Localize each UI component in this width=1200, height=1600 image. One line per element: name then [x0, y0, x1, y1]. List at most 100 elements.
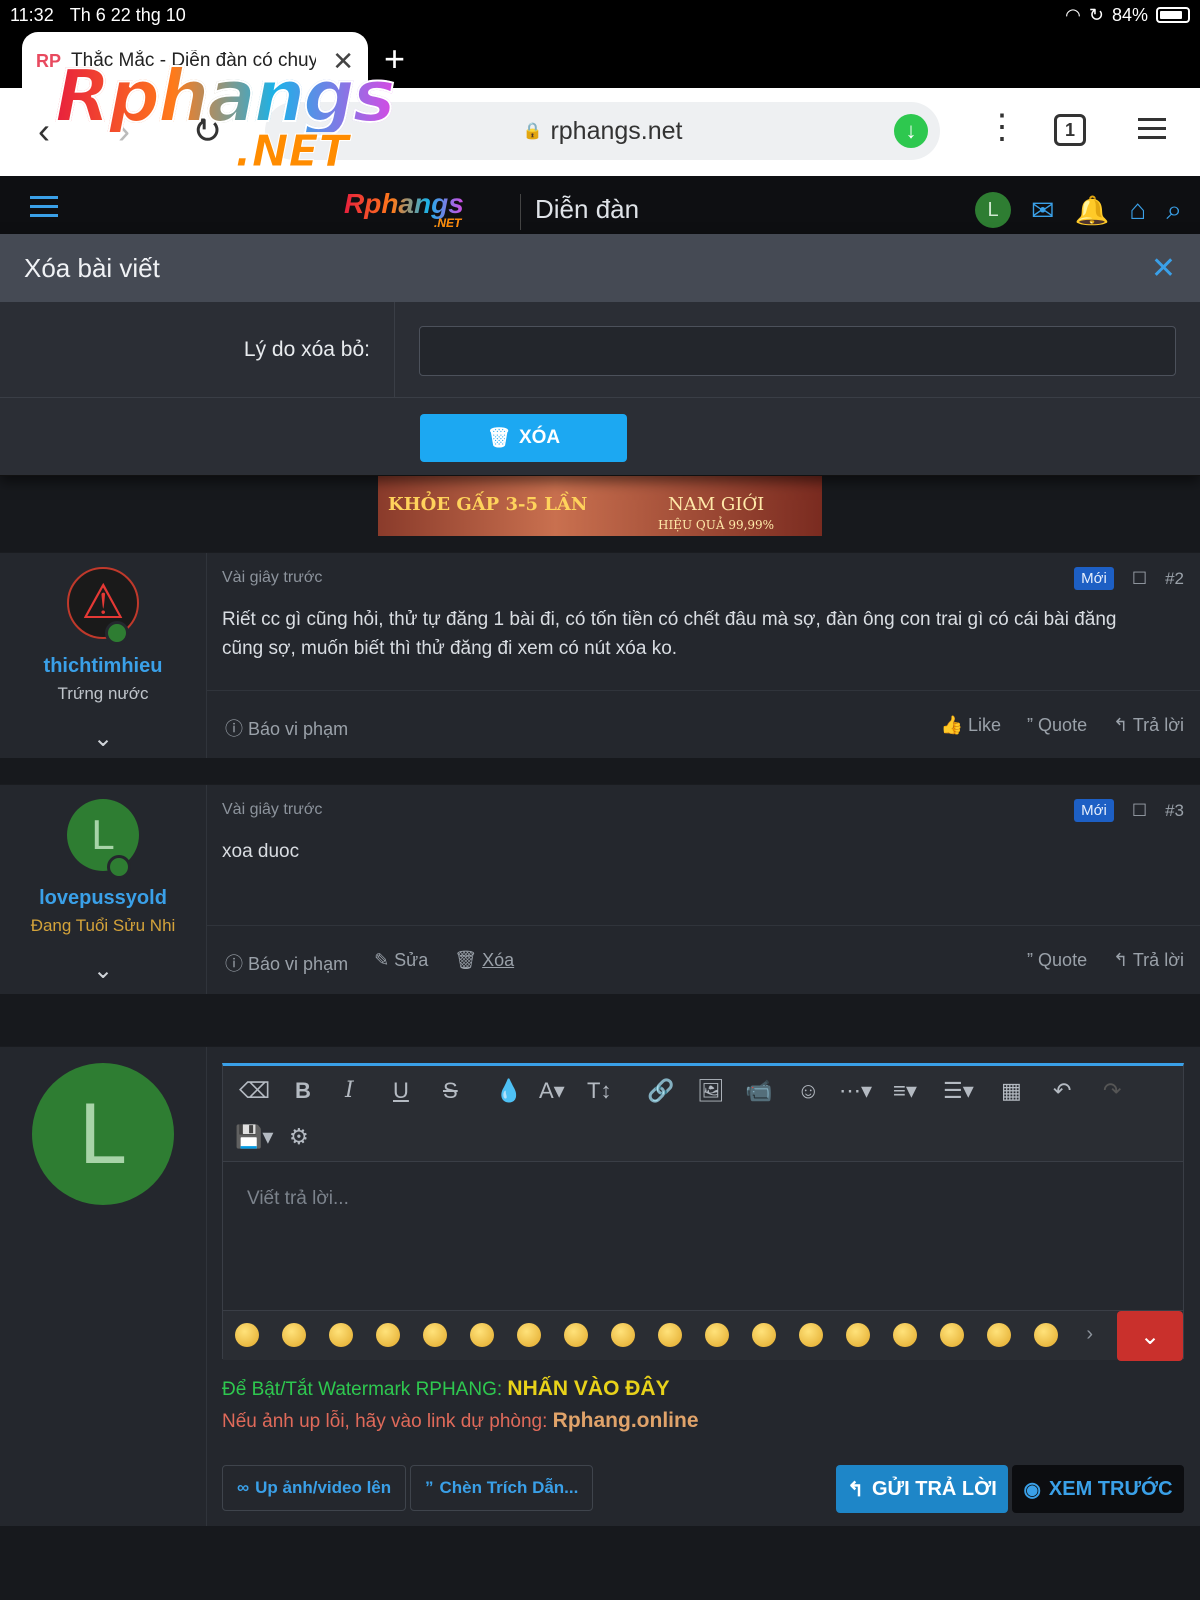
save-draft-icon[interactable]: 💾▾ [235, 1124, 273, 1150]
like-button[interactable]: 👍 Like [941, 715, 1001, 736]
post-footer: ⓘ Báo vi phạm 👍 Like ” Quote ↰ Trả lời [207, 690, 1200, 758]
strikethrough-icon[interactable]: S [443, 1078, 458, 1104]
emoji-icon[interactable] [470, 1323, 494, 1347]
emoji-icon[interactable] [517, 1323, 541, 1347]
upload-button[interactable]: ∞ Up ảnh/video lên [222, 1465, 407, 1511]
emoji-icon[interactable] [987, 1323, 1011, 1347]
underline-icon[interactable]: U [393, 1078, 409, 1104]
emoji-icon[interactable] [564, 1323, 588, 1347]
emoji-icon[interactable] [423, 1323, 447, 1347]
emoji-icon[interactable] [1034, 1323, 1058, 1347]
gear-icon[interactable]: ⚙ [289, 1124, 309, 1150]
search-icon[interactable]: ⌕ [1166, 194, 1182, 227]
edit-button[interactable]: ✎ Sửa [374, 950, 428, 976]
close-icon[interactable]: ✕ [1151, 251, 1176, 286]
more-icon[interactable]: ⋯▾ [839, 1078, 872, 1104]
align-icon[interactable]: ≡▾ [893, 1078, 917, 1104]
italic-icon[interactable]: I [345, 1078, 354, 1103]
chevron-down-icon[interactable]: ⌄ [0, 956, 206, 985]
watermark-toggle-link[interactable]: NHẤN VÀO ĐÂY [507, 1377, 669, 1400]
post-time[interactable]: Vài giây trước [222, 801, 322, 819]
font-size-icon[interactable]: T↕ [587, 1078, 611, 1104]
reply-button[interactable]: ↰ Trả lời [1113, 715, 1184, 736]
backup-link[interactable]: Rphang.online [553, 1409, 699, 1432]
header-icons: L ✉ 🔔 ⌂ ⌕ [975, 192, 1182, 228]
smiley-icon[interactable]: ☺ [797, 1078, 819, 1104]
post-number[interactable]: #3 [1165, 801, 1184, 821]
emoji-icon[interactable] [940, 1323, 964, 1347]
reason-input[interactable] [419, 326, 1176, 376]
redo-icon[interactable]: ↷ [1103, 1078, 1121, 1104]
emoji-icon[interactable] [893, 1323, 917, 1347]
undo-icon[interactable]: ↶ [1053, 1078, 1071, 1104]
emoji-icon[interactable] [282, 1323, 306, 1347]
emoji-icon[interactable] [329, 1323, 353, 1347]
section-title[interactable]: Diễn đàn [535, 194, 639, 225]
edit-label: Sửa [394, 950, 429, 970]
reply-button[interactable]: ↰ Trả lời [1113, 950, 1184, 971]
tab-count-button[interactable]: 1 [1054, 114, 1086, 146]
like-label: Like [968, 715, 1002, 735]
reply-input[interactable]: Viết trả lời... [223, 1162, 1183, 1310]
avatar[interactable]: ⚠ [67, 567, 139, 645]
insert-quote-button[interactable]: ” Chèn Trích Dẫn... [410, 1465, 594, 1511]
more-options-icon[interactable]: ⋮ [985, 110, 1019, 144]
report-button[interactable]: ⓘ Báo vi phạm [225, 715, 348, 741]
site-logo[interactable]: Rphangs .NET [344, 188, 464, 230]
chevron-right-icon[interactable]: › [1086, 1323, 1093, 1346]
browser-menu-icon[interactable] [1138, 118, 1166, 145]
new-badge: Mới [1074, 799, 1114, 822]
wifi-icon: ◠ [1065, 4, 1081, 25]
delete-button[interactable]: 🗑 XÓA [420, 414, 627, 462]
user-avatar[interactable]: L [975, 192, 1012, 228]
bookmark-icon[interactable]: ☐ [1132, 569, 1147, 589]
author-name[interactable]: thichtimhieu [0, 655, 206, 678]
reply-icon: ↰ [847, 1478, 864, 1501]
chevron-down-icon[interactable]: ⌄ [0, 724, 206, 753]
site-menu-icon[interactable] [30, 196, 58, 223]
store-icon[interactable]: ⌂ [1129, 194, 1146, 226]
video-icon[interactable]: 📹 [745, 1078, 772, 1104]
post-time[interactable]: Vài giây trước [222, 569, 322, 587]
battery-icon [1156, 7, 1190, 23]
emoji-icon[interactable] [235, 1323, 259, 1347]
download-icon[interactable]: ↓ [894, 114, 928, 148]
link-icon[interactable]: 🔗 [647, 1078, 674, 1104]
report-button[interactable]: ⓘ Báo vi phạm [225, 950, 348, 976]
image-icon[interactable]: 🖼 [697, 1078, 725, 1104]
emoji-icon[interactable] [752, 1323, 776, 1347]
font-family-icon[interactable]: A▾ [539, 1078, 565, 1104]
quote-label: Quote [1038, 950, 1088, 970]
send-reply-button[interactable]: ↰ GỬI TRẢ LỜI [836, 1465, 1008, 1513]
avatar[interactable]: L [67, 799, 139, 879]
color-drop-icon[interactable]: 💧 [495, 1078, 522, 1104]
emoji-icon[interactable] [376, 1323, 400, 1347]
emoji-icon[interactable] [705, 1323, 729, 1347]
emoji-icon[interactable] [658, 1323, 682, 1347]
reply-label: Trả lời [1132, 715, 1184, 735]
warning-icon: ⚠ [81, 576, 125, 629]
preview-button[interactable]: ◉ XEM TRƯỚC [1012, 1465, 1184, 1513]
quote-button[interactable]: ” Quote [1027, 715, 1087, 736]
post-number[interactable]: #2 [1165, 569, 1184, 589]
author-name[interactable]: lovepussyold [0, 887, 206, 910]
list-icon[interactable]: ☰▾ [943, 1078, 974, 1104]
page-bottom [0, 1526, 1200, 1600]
post-footer: ⓘ Báo vi phạm ✎ Sửa 🗑 Xóa ” Quote ↰ Trả … [207, 925, 1200, 993]
quote-button[interactable]: ” Quote [1027, 950, 1087, 971]
bell-icon[interactable]: 🔔 [1075, 194, 1110, 227]
bold-icon[interactable]: B [295, 1078, 311, 1104]
emoji-icon[interactable] [799, 1323, 823, 1347]
mail-icon[interactable]: ✉ [1031, 194, 1054, 227]
bookmark-icon[interactable]: ☐ [1132, 801, 1147, 821]
table-icon[interactable]: ▦ [1001, 1078, 1022, 1104]
status-right: ◠ ↻ 84% [1065, 5, 1190, 26]
back-icon[interactable]: ‹ [38, 110, 50, 152]
eraser-icon[interactable]: ⌫ [239, 1078, 270, 1104]
delete-post-dialog: Xóa bài viết ✕ Lý do xóa bỏ: 🗑 XÓA [0, 234, 1200, 476]
emoji-icon[interactable] [611, 1323, 635, 1347]
delete-post-button[interactable]: 🗑 Xóa [454, 950, 514, 976]
emoji-icon[interactable] [846, 1323, 870, 1347]
ad-banner[interactable]: KHỎE GẤP 3-5 LẦN NAM GIỚI HIỆU QUẢ 99,99… [378, 476, 822, 536]
collapse-emoji-button[interactable]: ⌄ [1117, 1311, 1183, 1361]
